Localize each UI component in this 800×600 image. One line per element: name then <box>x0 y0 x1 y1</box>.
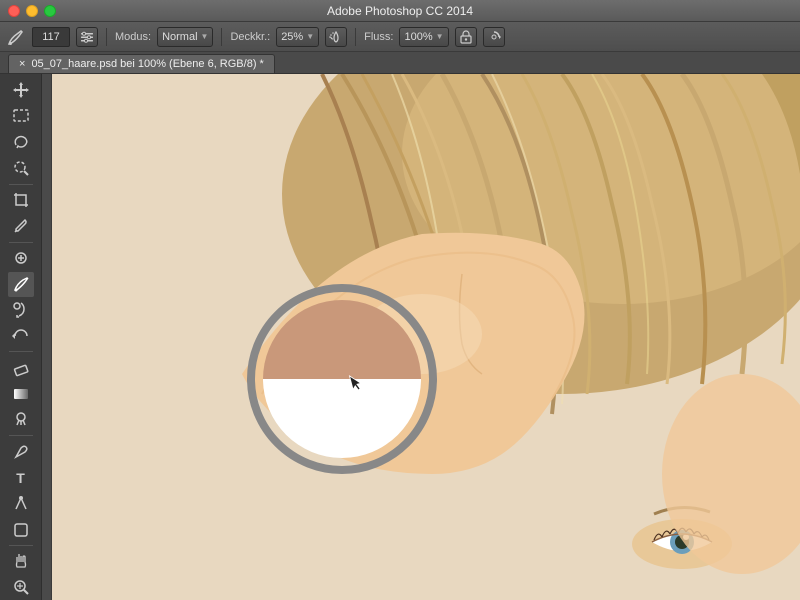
tab-label: 05_07_haare.psd bei 100% (Ebene 6, RGB/8… <box>31 58 263 70</box>
toolbar: T <box>0 74 42 600</box>
brush-settings-button[interactable] <box>76 27 98 47</box>
alpha-lock-button[interactable] <box>455 27 477 47</box>
close-button[interactable] <box>8 5 20 17</box>
tool-quick-select[interactable] <box>8 156 34 181</box>
tool-shape[interactable] <box>8 517 34 542</box>
tool-marquee[interactable] <box>8 104 34 129</box>
tool-text[interactable]: T <box>8 465 34 490</box>
tool-healing[interactable] <box>8 246 34 271</box>
app-title: Adobe Photoshop CC 2014 <box>327 4 473 18</box>
mode-dropdown-arrow: ▼ <box>201 32 209 41</box>
tool-brush[interactable] <box>8 272 34 297</box>
maximize-button[interactable] <box>44 5 56 17</box>
mode-dropdown[interactable]: Normal ▼ <box>157 27 213 47</box>
title-bar: Adobe Photoshop CC 2014 <box>0 0 800 22</box>
window-controls[interactable] <box>8 5 56 17</box>
ruler-left <box>42 74 52 600</box>
tool-separator-1 <box>9 184 33 185</box>
tool-clone[interactable] <box>8 298 34 323</box>
tool-eyedropper[interactable] <box>8 214 34 239</box>
text-tool-icon: T <box>16 470 25 486</box>
tool-zoom[interactable] <box>8 575 34 600</box>
options-bar: Modus: Normal ▼ Deckkr.: 25% ▼ Fluss: 10… <box>0 22 800 52</box>
opacity-value: 25% <box>281 31 303 43</box>
separator-3 <box>355 28 356 46</box>
tool-separator-2 <box>9 242 33 243</box>
separator-2 <box>221 28 222 46</box>
tool-hand[interactable] <box>8 549 34 574</box>
brush-angle-button[interactable] <box>483 27 505 47</box>
tool-pen[interactable] <box>8 439 34 464</box>
flow-value: 100% <box>404 31 432 43</box>
airbrush-button[interactable] <box>325 27 347 47</box>
tool-history-brush[interactable] <box>8 323 34 348</box>
tab-bar: × 05_07_haare.psd bei 100% (Ebene 6, RGB… <box>0 52 800 74</box>
photo-canvas <box>42 74 800 600</box>
tool-lasso[interactable] <box>8 130 34 155</box>
flow-dropdown[interactable]: 100% ▼ <box>399 27 448 47</box>
tool-dodge[interactable] <box>8 407 34 432</box>
separator-1 <box>106 28 107 46</box>
opacity-dropdown[interactable]: 25% ▼ <box>276 27 319 47</box>
tool-crop[interactable] <box>8 188 34 213</box>
tool-separator-5 <box>9 545 33 546</box>
tool-path-select[interactable] <box>8 491 34 516</box>
main-layout: T <box>0 74 800 600</box>
brush-options-icon <box>6 27 26 47</box>
tool-gradient[interactable] <box>8 381 34 406</box>
tool-separator-3 <box>9 351 33 352</box>
opacity-label: Deckkr.: <box>230 31 270 43</box>
document-tab[interactable]: × 05_07_haare.psd bei 100% (Ebene 6, RGB… <box>8 54 275 73</box>
mode-value: Normal <box>162 31 197 43</box>
tool-separator-4 <box>9 435 33 436</box>
flow-dropdown-arrow: ▼ <box>436 32 444 41</box>
tool-eraser[interactable] <box>8 355 34 380</box>
canvas-area[interactable] <box>42 74 800 600</box>
tab-close[interactable]: × <box>19 58 25 70</box>
mode-label: Modus: <box>115 31 151 43</box>
opacity-dropdown-arrow: ▼ <box>306 32 314 41</box>
flow-label: Fluss: <box>364 31 393 43</box>
brush-size-input[interactable] <box>32 27 70 47</box>
minimize-button[interactable] <box>26 5 38 17</box>
tool-move[interactable] <box>8 78 34 103</box>
